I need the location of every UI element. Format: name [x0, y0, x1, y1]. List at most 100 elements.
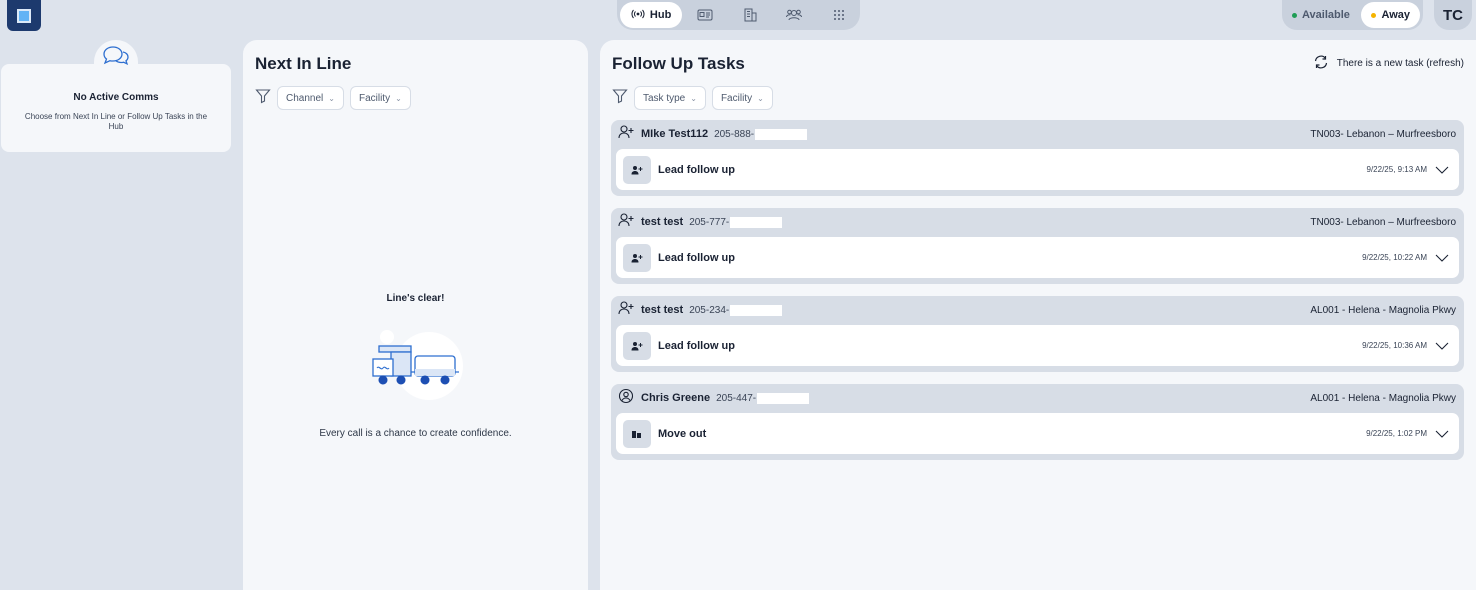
away-dot [1371, 12, 1377, 18]
id-card-icon[interactable] [684, 2, 726, 28]
task-time: 9/22/25, 9:13 AM [1366, 165, 1428, 174]
empty-state-title: Line's clear! [386, 293, 445, 304]
chevron-down-icon[interactable] [1435, 161, 1449, 179]
train-illustration-icon [369, 326, 464, 406]
follow-up-filters: Task type ⌄ Facility ⌄ [612, 86, 773, 110]
filter-icon[interactable] [255, 88, 271, 109]
task-facility: AL001 - Helena - Magnolia Pkwy [1310, 392, 1456, 404]
user-avatar[interactable]: TC [1434, 0, 1472, 30]
person-add-icon [623, 243, 651, 272]
task-type-filter[interactable]: Task type ⌄ [634, 86, 706, 110]
chevron-down-icon: ⌄ [395, 93, 402, 103]
facility-filter-label: Facility [720, 92, 753, 104]
facility-filter[interactable]: Facility ⌄ [349, 86, 411, 110]
chevron-down-icon: ⌄ [757, 93, 764, 103]
facility-filter-label: Facility [358, 92, 391, 104]
redacted-box [757, 392, 810, 404]
person-add-icon [623, 331, 651, 360]
task-header: test test 205-777- TN003- Lebanon – Murf… [611, 208, 1464, 236]
task-time: 9/22/25, 10:22 AM [1362, 253, 1427, 262]
task-card[interactable]: Chris Greene 205-447- AL001 - Helena - M… [611, 384, 1464, 460]
task-body[interactable]: Move out 9/22/25, 1:02 PM [616, 413, 1459, 454]
chevron-down-icon[interactable] [1435, 337, 1449, 355]
user-circle-icon [618, 388, 634, 409]
nav-hub-label: Hub [649, 9, 672, 21]
refresh-label: There is a new task (refresh) [1336, 58, 1464, 69]
task-type-filter-label: Task type [643, 92, 686, 104]
task-facility: TN003- Lebanon – Murfreesboro [1310, 128, 1456, 140]
next-in-line-title: Next In Line [255, 54, 352, 73]
status-selector: Available Away [1282, 0, 1423, 30]
refresh-button[interactable]: There is a new task (refresh) [1313, 55, 1464, 72]
task-header: MIke Test112 205-888- TN003- Lebanon – M… [611, 120, 1464, 148]
person-add-icon [618, 124, 634, 144]
building-icon[interactable] [729, 2, 771, 28]
comms-title: No Active Comms [73, 92, 159, 103]
task-card[interactable]: test test 205-777- TN003- Lebanon – Murf… [611, 208, 1464, 284]
contact-name[interactable]: test test [641, 304, 683, 316]
chat-bubbles-icon [94, 40, 138, 78]
contact-name[interactable]: Chris Greene [641, 392, 710, 404]
move-out-icon [623, 419, 651, 448]
task-body[interactable]: Lead follow up 9/22/25, 10:36 AM [616, 325, 1459, 366]
follow-up-tasks-panel: Follow Up Tasks There is a new task (ref… [600, 40, 1476, 590]
chevron-down-icon[interactable] [1435, 425, 1449, 443]
contact-phone: 205-447- [716, 392, 810, 404]
main-nav: Hub [617, 0, 860, 30]
task-time: 9/22/25, 10:36 AM [1362, 341, 1427, 350]
task-header: test test 205-234- AL001 - Helena - Magn… [611, 296, 1464, 324]
task-type: Lead follow up [658, 163, 735, 176]
task-card[interactable]: MIke Test112 205-888- TN003- Lebanon – M… [611, 120, 1464, 196]
person-add-icon [618, 300, 634, 320]
broadcast-icon [631, 9, 645, 22]
app-logo[interactable] [7, 0, 41, 31]
contact-phone-text: 205-777- [689, 216, 730, 228]
people-icon[interactable] [773, 2, 815, 28]
contact-phone-text: 205-447- [716, 392, 757, 404]
contact-phone-text: 205-888- [714, 128, 755, 140]
comms-subtitle: Choose from Next In Line or Follow Up Ta… [24, 112, 208, 131]
task-facility: TN003- Lebanon – Murfreesboro [1310, 216, 1456, 228]
available-label: Available [1302, 9, 1350, 21]
away-label: Away [1381, 9, 1410, 21]
channel-filter-label: Channel [286, 92, 324, 104]
task-facility: AL001 - Helena - Magnolia Pkwy [1310, 304, 1456, 316]
facility-filter[interactable]: Facility ⌄ [711, 86, 773, 110]
task-body[interactable]: Lead follow up 9/22/25, 10:22 AM [616, 237, 1459, 278]
redacted-box [730, 304, 783, 316]
filter-icon[interactable] [612, 88, 628, 109]
available-dot [1292, 12, 1297, 18]
contact-name[interactable]: MIke Test112 [641, 128, 708, 140]
task-time: 9/22/25, 1:02 PM [1366, 429, 1427, 438]
follow-up-title: Follow Up Tasks [612, 54, 745, 73]
grid-dots-icon[interactable] [818, 2, 860, 28]
contact-phone-text: 205-234- [689, 304, 730, 316]
user-initials: TC [1443, 6, 1463, 24]
contact-phone: 205-777- [689, 216, 783, 228]
task-type: Lead follow up [658, 251, 735, 264]
task-body[interactable]: Lead follow up 9/22/25, 9:13 AM [616, 149, 1459, 190]
next-in-line-panel: Next In Line Channel ⌄ Facility ⌄ Line's c… [243, 40, 588, 590]
chevron-down-icon: ⌄ [690, 93, 697, 103]
person-add-icon [623, 155, 651, 184]
channel-filter[interactable]: Channel ⌄ [277, 86, 344, 110]
contact-phone: 205-888- [714, 128, 808, 140]
redacted-box [730, 216, 783, 228]
contact-name[interactable]: test test [641, 216, 683, 228]
task-type: Lead follow up [658, 339, 735, 352]
task-type: Move out [658, 427, 707, 440]
logo-mark [17, 8, 31, 23]
refresh-icon [1313, 55, 1329, 72]
status-away-option[interactable]: Away [1361, 2, 1420, 28]
chevron-down-icon: ⌄ [328, 93, 335, 103]
person-add-icon [618, 212, 634, 232]
status-available-option[interactable]: Available [1292, 9, 1350, 21]
chevron-down-icon[interactable] [1435, 249, 1449, 267]
redacted-box [755, 128, 808, 140]
contact-phone: 205-234- [689, 304, 783, 316]
nav-hub-button[interactable]: Hub [620, 2, 683, 28]
task-card[interactable]: test test 205-234- AL001 - Helena - Magn… [611, 296, 1464, 372]
task-header: Chris Greene 205-447- AL001 - Helena - M… [611, 384, 1464, 412]
empty-state-subtitle: Every call is a chance to create confide… [319, 428, 512, 439]
next-in-line-filters: Channel ⌄ Facility ⌄ [255, 86, 411, 110]
